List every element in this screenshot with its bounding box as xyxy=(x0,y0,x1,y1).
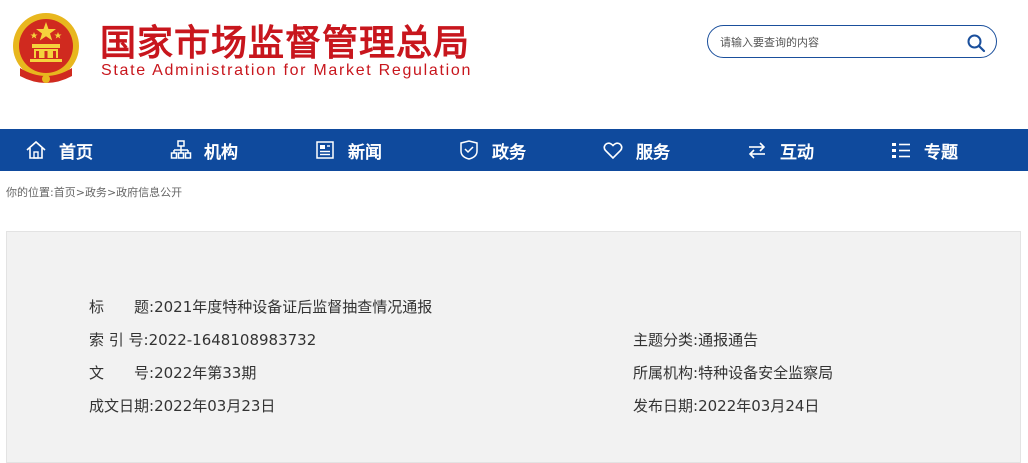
government-icon xyxy=(460,140,478,160)
info-index-row: 索 引 号:2022-1648108983732 xyxy=(89,329,316,350)
nav-item-organization[interactable]: 机构 xyxy=(140,129,284,171)
info-published-row: 发布日期:2022年03月24日 xyxy=(633,395,819,416)
site-title-zh[interactable]: 国家市场监督管理总局 xyxy=(100,14,470,66)
breadcrumb-link-home[interactable]: 首页 xyxy=(54,186,76,199)
site-header: 国家市场监督管理总局 State Administration for Mark… xyxy=(0,0,1028,129)
nav-item-government[interactable]: 政务 xyxy=(428,129,572,171)
site-title-en: State Administration for Market Regulati… xyxy=(101,62,473,79)
info-title-value: 2021年度特种设备证后监督抽查情况通报 xyxy=(154,298,433,316)
list-icon xyxy=(892,143,910,158)
search-input[interactable] xyxy=(720,32,960,52)
home-icon xyxy=(26,140,46,159)
info-title-label: 标 题: xyxy=(89,298,155,316)
info-index-value: 2022-1648108983732 xyxy=(148,331,317,349)
newspaper-icon xyxy=(316,141,334,159)
info-org-row: 所属机构:特种设备安全监察局 xyxy=(633,362,833,383)
info-published-label: 发布日期: xyxy=(633,397,699,415)
info-created-row: 成文日期:2022年03月23日 xyxy=(89,395,275,416)
nav-label: 互动 xyxy=(780,142,814,163)
nav-label: 专题 xyxy=(924,142,958,163)
info-category-row: 主题分类:通报通告 xyxy=(633,329,758,350)
info-category-value: 通报通告 xyxy=(698,331,759,349)
exchange-arrows-icon xyxy=(748,142,766,159)
main-nav: 首页 机构 新闻 政务 服务 互动 专题 xyxy=(0,129,1028,171)
breadcrumb-link-government[interactable]: 政务 xyxy=(85,186,107,199)
info-created-value: 2022年03月23日 xyxy=(154,397,276,415)
info-category-label: 主题分类: xyxy=(633,331,699,349)
info-created-label: 成文日期: xyxy=(89,397,155,415)
info-org-label: 所属机构: xyxy=(633,364,699,382)
info-title-row: 标 题:2021年度特种设备证后监督抽查情况通报 xyxy=(89,296,432,317)
nav-item-interaction[interactable]: 互动 xyxy=(716,129,860,171)
breadcrumb: 你的位置:首页>政务>政府信息公开 xyxy=(6,184,182,200)
breadcrumb-separator: > xyxy=(106,186,117,199)
breadcrumb-link-gov-info[interactable]: 政府信息公开 xyxy=(116,186,182,199)
nav-item-home[interactable]: 首页 xyxy=(0,129,140,171)
nav-item-news[interactable]: 新闻 xyxy=(284,129,428,171)
nav-label: 首页 xyxy=(59,142,93,163)
info-published-value: 2022年03月24日 xyxy=(698,397,820,415)
info-org-value: 特种设备安全监察局 xyxy=(698,364,834,382)
info-docno-label: 文 号: xyxy=(89,364,155,382)
breadcrumb-prefix: 你的位置: xyxy=(6,186,54,199)
breadcrumb-separator: > xyxy=(75,186,85,199)
search-box xyxy=(707,25,997,58)
nav-label: 服务 xyxy=(636,142,670,163)
info-docno-value: 2022年第33期 xyxy=(154,364,257,382)
nav-item-topics[interactable]: 专题 xyxy=(860,129,1004,171)
nav-label: 政务 xyxy=(492,142,526,163)
info-docno-row: 文 号:2022年第33期 xyxy=(89,362,256,383)
org-chart-icon xyxy=(170,140,192,159)
national-emblem-icon[interactable] xyxy=(10,8,82,88)
search-icon[interactable] xyxy=(966,33,986,53)
nav-item-service[interactable]: 服务 xyxy=(572,129,716,171)
nav-label: 机构 xyxy=(204,142,238,163)
nav-label: 新闻 xyxy=(348,142,382,163)
heart-icon xyxy=(603,142,623,160)
info-index-label: 索 引 号: xyxy=(89,331,149,349)
document-info-panel: 标 题:2021年度特种设备证后监督抽查情况通报 索 引 号:2022-1648… xyxy=(6,231,1021,463)
